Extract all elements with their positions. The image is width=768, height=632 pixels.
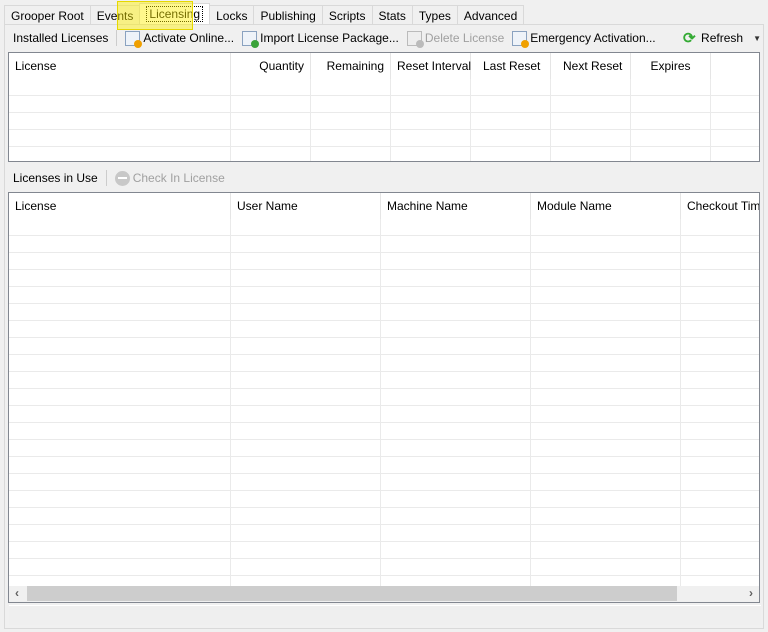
status-bar [9,605,761,625]
licensing-panel: Installed Licenses Activate Online... Im… [4,24,764,629]
scroll-left-icon[interactable]: ‹ [9,586,25,601]
scroll-right-icon[interactable]: › [743,586,759,601]
installed-licenses-grid[interactable]: License Quantity Remaining Reset Interva… [8,52,760,162]
licenses-in-use-toolbar: Licenses in Use Check In License [9,168,761,188]
delete-icon [406,30,424,48]
column-header-reset-interval[interactable]: Reset Interval [391,53,471,79]
tab-stats[interactable]: Stats [371,5,413,25]
tab-locks[interactable]: Locks [209,5,255,25]
installed-licenses-toolbar: Installed Licenses Activate Online... Im… [9,28,761,48]
import-license-package-button[interactable]: Import License Package... [238,28,403,48]
column-header-quantity[interactable]: Quantity [231,53,311,79]
toolbar-separator [105,170,107,186]
toolbar-overflow-icon[interactable]: ▼ [753,34,761,43]
column-header-license[interactable]: License [9,193,231,219]
column-header-user-name[interactable]: User Name [231,193,381,219]
tab-label: Events [96,9,134,23]
minus-circle-icon [114,170,130,186]
tab-label: Publishing [260,9,316,23]
scrollbar-thumb[interactable] [27,586,677,601]
tab-strip: Grooper Root Events Licensing Locks Publ… [4,3,525,25]
installed-licenses-label: Installed Licenses [13,31,109,45]
tab-grooper-root[interactable]: Grooper Root [4,5,91,25]
column-header-license[interactable]: License [9,53,231,79]
horizontal-scrollbar[interactable]: ‹ › [9,586,759,602]
refresh-icon: ⟳ [683,29,696,47]
button-label: Check In License [132,171,225,185]
column-header-remaining[interactable]: Remaining [311,53,391,79]
tab-types[interactable]: Types [411,5,458,25]
grid-body [9,79,759,161]
grid-body [9,219,759,586]
tab-label: Types [418,9,451,23]
button-label: Delete License [424,31,505,45]
grid-header: License Quantity Remaining Reset Interva… [9,53,759,79]
refresh-button[interactable]: ⟳ Refresh [679,28,747,48]
tab-label: Licensing [146,6,204,22]
tab-label: Locks [216,9,248,23]
activate-icon [125,30,143,48]
column-header-machine-name[interactable]: Machine Name [381,193,531,219]
tab-publishing[interactable]: Publishing [253,5,323,25]
column-header-expires[interactable]: Expires [631,53,711,79]
emergency-icon [512,30,530,48]
tab-licensing[interactable]: Licensing [139,3,211,25]
column-header-extra [711,53,759,79]
activate-online-button[interactable]: Activate Online... [121,28,238,48]
tab-advanced[interactable]: Advanced [456,5,525,25]
tab-events[interactable]: Events [89,5,141,25]
tab-label: Grooper Root [11,9,84,23]
tab-label: Scripts [328,9,366,23]
emergency-activation-button[interactable]: Emergency Activation... [508,28,659,48]
licenses-in-use-label: Licenses in Use [13,171,98,185]
licenses-in-use-grid[interactable]: License User Name Machine Name Module Na… [8,192,760,603]
import-icon [242,30,260,48]
tab-label: Stats [378,9,406,23]
button-label: Emergency Activation... [530,31,656,45]
column-header-checkout-time[interactable]: Checkout Time [681,193,759,219]
delete-license-button[interactable]: Delete License [403,28,508,48]
grid-header: License User Name Machine Name Module Na… [9,193,759,219]
column-header-next-reset[interactable]: Next Reset [551,53,631,79]
tab-label: Advanced [463,9,518,23]
button-label: Refresh [701,31,744,45]
column-header-last-reset[interactable]: Last Reset [471,53,551,79]
check-in-license-button[interactable]: Check In License [111,168,229,188]
button-label: Activate Online... [143,31,235,45]
column-header-module-name[interactable]: Module Name [531,193,681,219]
tab-scripts[interactable]: Scripts [321,5,373,25]
toolbar-separator [116,30,118,46]
button-label: Import License Package... [260,31,399,45]
